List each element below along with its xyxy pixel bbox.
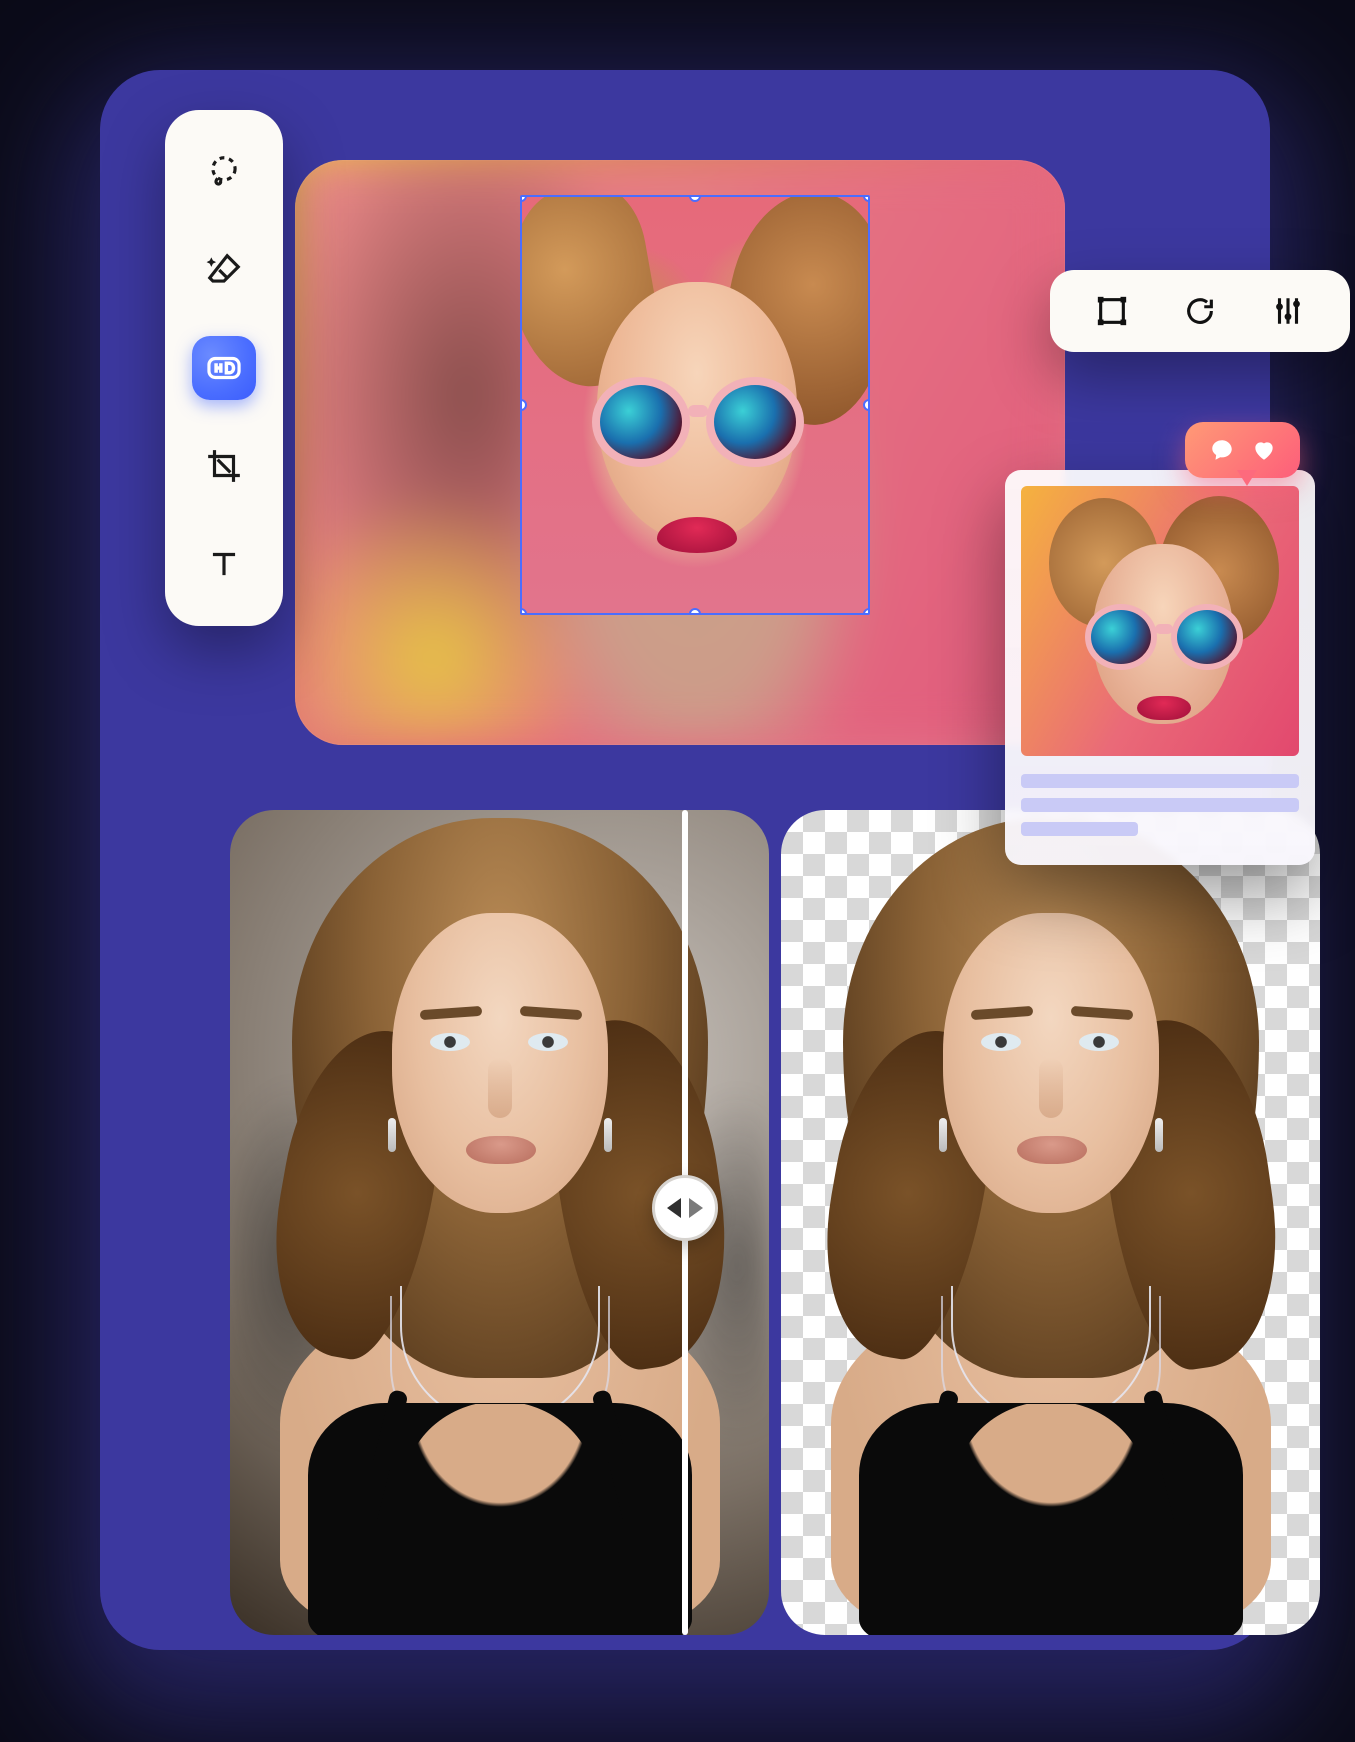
comparison-slider (230, 810, 1320, 1635)
transform-button[interactable] (1090, 289, 1134, 333)
text-tool[interactable] (192, 532, 256, 596)
editor-stage (100, 70, 1270, 1650)
adjust-sliders-button[interactable] (1266, 289, 1310, 333)
lasso-tool[interactable] (192, 140, 256, 204)
chat-icon (1209, 437, 1235, 463)
crop-handle-ne[interactable] (863, 195, 870, 202)
crop-handle-n[interactable] (689, 195, 701, 202)
heart-icon (1251, 437, 1277, 463)
preview-placeholder-lines (1021, 774, 1299, 836)
crop-handle-se[interactable] (863, 608, 870, 615)
magic-eraser-tool[interactable] (192, 238, 256, 302)
preview-thumbnail (1021, 486, 1299, 756)
comparison-handle[interactable] (652, 1175, 718, 1241)
comparison-after (781, 810, 1320, 1635)
rotate-button[interactable] (1178, 289, 1222, 333)
crop-handle-nw[interactable] (520, 195, 527, 202)
crop-handle-s[interactable] (689, 608, 701, 615)
crop-handle-e[interactable] (863, 399, 870, 411)
hd-enhance-tool[interactable] (192, 336, 256, 400)
crop-handle-w[interactable] (520, 399, 527, 411)
subject-after (821, 818, 1281, 1633)
main-canvas[interactable] (295, 160, 1065, 745)
mini-toolbar (1050, 270, 1350, 352)
crop-handle-sw[interactable] (520, 608, 527, 615)
crop-tool[interactable] (192, 434, 256, 498)
left-toolbar (165, 110, 283, 626)
preview-card[interactable] (1005, 470, 1315, 865)
crop-selection[interactable] (520, 195, 870, 615)
reaction-bubble (1185, 422, 1300, 494)
